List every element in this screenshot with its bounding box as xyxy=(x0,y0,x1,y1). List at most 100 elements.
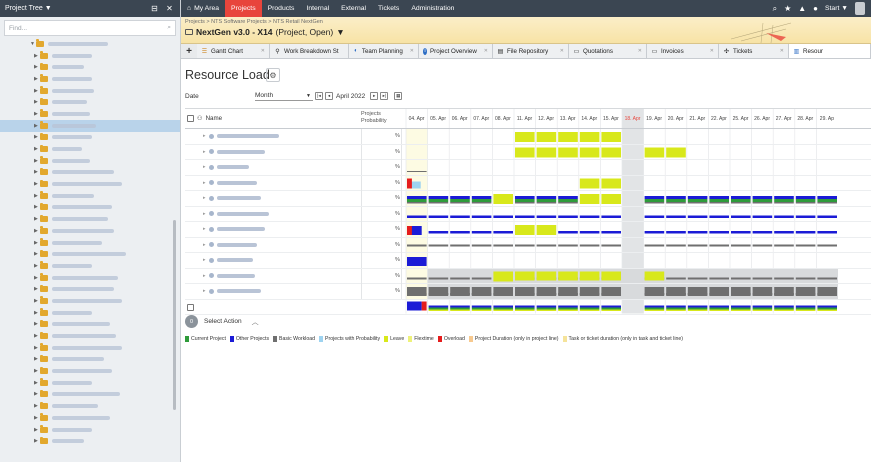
tree-item[interactable]: ▶ xyxy=(0,61,180,73)
tree-item[interactable]: ▶ xyxy=(0,377,180,389)
tree-item[interactable]: ▶ xyxy=(0,248,180,260)
expand-icon[interactable]: ▸ xyxy=(203,257,206,263)
name-column-header[interactable]: ⚇ Name xyxy=(187,115,222,122)
select-action-button[interactable]: Select Action ︿ xyxy=(204,317,259,327)
expand-icon[interactable]: ▸ xyxy=(203,133,206,139)
tree-search-input[interactable]: Find... ⌕ xyxy=(4,20,176,36)
tree-item[interactable]: ▶ xyxy=(0,237,180,249)
select-all-checkbox[interactable] xyxy=(187,115,194,122)
tree-item[interactable]: ▶ xyxy=(0,424,180,436)
tree-item[interactable]: ▶ xyxy=(0,260,180,272)
tree-item[interactable]: ▶ xyxy=(0,155,180,167)
breadcrumb[interactable]: Projects > NTS Software Projects > NTS R… xyxy=(185,19,323,25)
tree-item[interactable]: ▶ xyxy=(0,272,180,284)
table-row[interactable]: ▸% xyxy=(185,237,871,253)
last-period-button[interactable]: ▸| xyxy=(380,92,389,100)
tree-item[interactable]: ▶ xyxy=(0,132,180,144)
start-menu[interactable]: Start ▼ xyxy=(825,5,848,12)
table-row[interactable]: ▸% xyxy=(185,206,871,222)
tree-item[interactable]: ▶ xyxy=(0,365,180,377)
close-icon[interactable]: ✕ xyxy=(257,48,265,54)
row-checkbox[interactable] xyxy=(187,303,194,311)
expand-icon[interactable]: ▸ xyxy=(203,180,206,186)
chevron-down-icon[interactable]: ▼ xyxy=(336,27,344,37)
expand-icon[interactable]: ▸ xyxy=(203,211,206,217)
tab-team-planning[interactable]: ◐ Team Planning ✕ xyxy=(349,44,419,58)
expand-icon[interactable]: ▸ xyxy=(203,226,206,232)
tree-item[interactable]: ▶ xyxy=(0,178,180,190)
tree-item[interactable]: ▶ xyxy=(0,213,180,225)
expand-icon[interactable]: ▸ xyxy=(203,149,206,155)
table-row[interactable]: ▸% xyxy=(185,268,871,284)
close-icon[interactable]: ✕ xyxy=(164,3,175,14)
project-title[interactable]: NextGen v3.0 - X14 (Project, Open) ▼ xyxy=(185,27,345,37)
tree-item[interactable]: ▶ xyxy=(0,307,180,319)
table-row[interactable]: ▸% xyxy=(185,284,871,300)
table-row[interactable]: ▸% xyxy=(185,129,871,145)
tree-item[interactable]: ▶ xyxy=(0,108,180,120)
collapse-all-icon[interactable]: ⊟ xyxy=(149,3,160,14)
resource-name[interactable]: ▸ xyxy=(203,242,257,248)
resource-name[interactable]: ▸ xyxy=(203,257,253,263)
tree-item[interactable]: ▶ xyxy=(0,283,180,295)
tree-item[interactable]: ▶ xyxy=(0,143,180,155)
tab-project-overview[interactable]: i Project Overview ✕ xyxy=(419,44,493,58)
tab-file-repository[interactable]: ▤ File Repository ✕ xyxy=(493,44,569,58)
tree-item[interactable]: ▶ xyxy=(0,435,180,447)
close-icon[interactable]: ✕ xyxy=(706,48,714,54)
tree-item[interactable]: ▶ xyxy=(0,85,180,97)
nav-internal[interactable]: Internal xyxy=(300,0,335,17)
first-period-button[interactable]: |◂ xyxy=(315,92,323,100)
tab-invoices[interactable]: ▭ Invoices ✕ xyxy=(647,44,719,58)
nav-tickets[interactable]: Tickets xyxy=(372,0,405,17)
close-icon[interactable]: ✕ xyxy=(556,48,564,54)
nav-my-area[interactable]: ⌂ My Area xyxy=(181,0,225,17)
tree-item[interactable]: ▶ xyxy=(0,167,180,179)
calendar-icon[interactable]: ▦ xyxy=(394,92,403,100)
tree-item[interactable]: ▶ xyxy=(0,295,180,307)
nav-products[interactable]: Products xyxy=(262,0,301,17)
resource-name[interactable]: ▸ xyxy=(203,288,261,294)
tab-work-breakdown[interactable]: ⚲ Work Breakdown St xyxy=(270,44,349,58)
avatar[interactable] xyxy=(855,2,865,15)
expand-icon[interactable]: ▸ xyxy=(203,195,206,201)
search-icon[interactable]: ⌕ xyxy=(167,24,171,32)
table-row[interactable]: ▸% xyxy=(185,175,871,191)
tree-item[interactable]: ▶ xyxy=(0,202,180,214)
tree-item[interactable]: ▶ xyxy=(0,354,180,366)
table-row[interactable]: ▸% xyxy=(185,191,871,207)
search-icon[interactable]: ⌕ xyxy=(773,4,777,14)
probability-column-header[interactable]: Projects Probability xyxy=(361,111,401,125)
settings-button[interactable]: ⚙ xyxy=(266,68,280,82)
tab-tickets[interactable]: ✣ Tickets ✕ xyxy=(719,44,789,58)
tree-item[interactable]: ▶ xyxy=(0,96,180,108)
tree-item[interactable]: ▶ xyxy=(0,400,180,412)
expand-icon[interactable]: ▸ xyxy=(203,273,206,279)
table-row[interactable]: ▸% xyxy=(185,160,871,176)
tree-item[interactable]: ▶ xyxy=(0,50,180,62)
tab-quotations[interactable]: ▭ Quotations ✕ xyxy=(569,44,647,58)
nav-external[interactable]: External xyxy=(335,0,372,17)
tree-item[interactable]: ▶ xyxy=(0,412,180,424)
expand-icon[interactable]: ▸ xyxy=(203,288,206,294)
close-icon[interactable]: ✕ xyxy=(480,48,488,54)
nav-projects[interactable]: Projects xyxy=(225,0,262,17)
tree-item[interactable]: ▶ xyxy=(0,225,180,237)
timer-icon[interactable]: ● xyxy=(813,4,818,13)
resource-name[interactable]: ▸ xyxy=(203,273,255,279)
tree-item[interactable]: ▶ xyxy=(0,119,180,132)
tree-item[interactable]: ▼ xyxy=(0,38,180,50)
expand-icon[interactable]: ▸ xyxy=(203,242,206,248)
nav-administration[interactable]: Administration xyxy=(405,0,460,17)
tab-gantt-chart[interactable]: ☰ Gantt Chart ✕ xyxy=(197,44,270,58)
close-icon[interactable]: ✕ xyxy=(776,48,784,54)
resource-name[interactable]: ▸ xyxy=(203,133,279,139)
project-tree-title[interactable]: Project Tree ▼ xyxy=(5,5,145,12)
resource-name[interactable]: ▸ xyxy=(203,195,261,201)
prev-period-button[interactable]: ◂ xyxy=(325,92,333,100)
tree-scrollbar[interactable] xyxy=(173,220,176,410)
resource-name[interactable]: ▸ xyxy=(203,180,257,186)
expand-icon[interactable]: ▸ xyxy=(203,164,206,170)
tab-resource-load[interactable]: ▥ Resour xyxy=(789,44,871,58)
tree-item[interactable]: ▶ xyxy=(0,330,180,342)
